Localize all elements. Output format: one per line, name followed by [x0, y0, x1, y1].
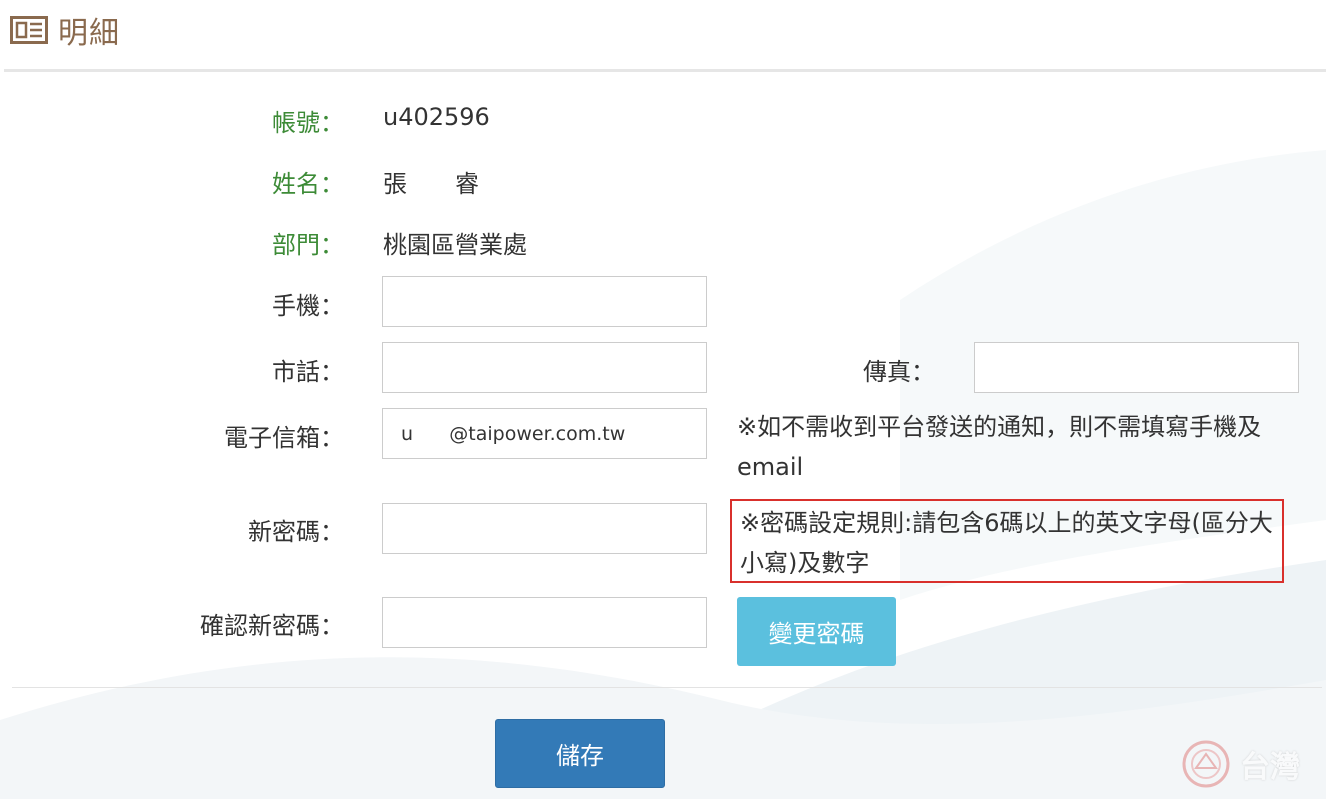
phone-input[interactable] — [382, 342, 707, 393]
header-divider — [4, 69, 1326, 72]
email-input[interactable] — [382, 408, 707, 459]
page-header: 明細 — [10, 8, 120, 52]
name-label: 姓名： — [272, 170, 344, 198]
watermark-text: 台灣 — [1240, 750, 1300, 785]
fax-label: 傳真： — [863, 358, 935, 386]
mobile-input[interactable] — [382, 276, 707, 327]
footer-divider — [12, 687, 1322, 688]
fax-input[interactable] — [974, 342, 1299, 393]
email-notice: ※如不需收到平台發送的通知，則不需填寫手機及email — [737, 413, 1262, 481]
phone-label: 市話： — [272, 358, 344, 386]
password-rule-notice: ※密碼設定規則:請包含6碼以上的英文字母(區分大小寫)及數字 — [730, 499, 1284, 583]
department-value: 桃園區營業處 — [383, 231, 527, 259]
save-button[interactable]: 儲存 — [495, 719, 665, 788]
watermark: 台灣 — [1180, 738, 1300, 790]
detail-page: 明細 帳號： u402596 姓名： 張 睿 部門： 桃園區營業處 手機： 市話… — [0, 0, 1326, 799]
email-label: 電子信箱： — [224, 424, 344, 452]
new-password-label: 新密碼： — [248, 518, 344, 546]
confirm-password-label: 確認新密碼： — [200, 612, 344, 640]
account-label: 帳號： — [272, 109, 344, 137]
newspaper-icon — [10, 16, 48, 44]
emblem-icon — [1182, 740, 1230, 788]
confirm-password-input[interactable] — [382, 597, 707, 648]
mobile-label: 手機： — [272, 292, 344, 320]
name-value: 張 睿 — [383, 170, 479, 198]
department-label: 部門： — [272, 231, 344, 259]
account-value: u402596 — [383, 103, 490, 131]
page-title: 明細 — [58, 16, 120, 51]
change-password-button[interactable]: 變更密碼 — [737, 597, 896, 666]
new-password-input[interactable] — [382, 503, 707, 554]
